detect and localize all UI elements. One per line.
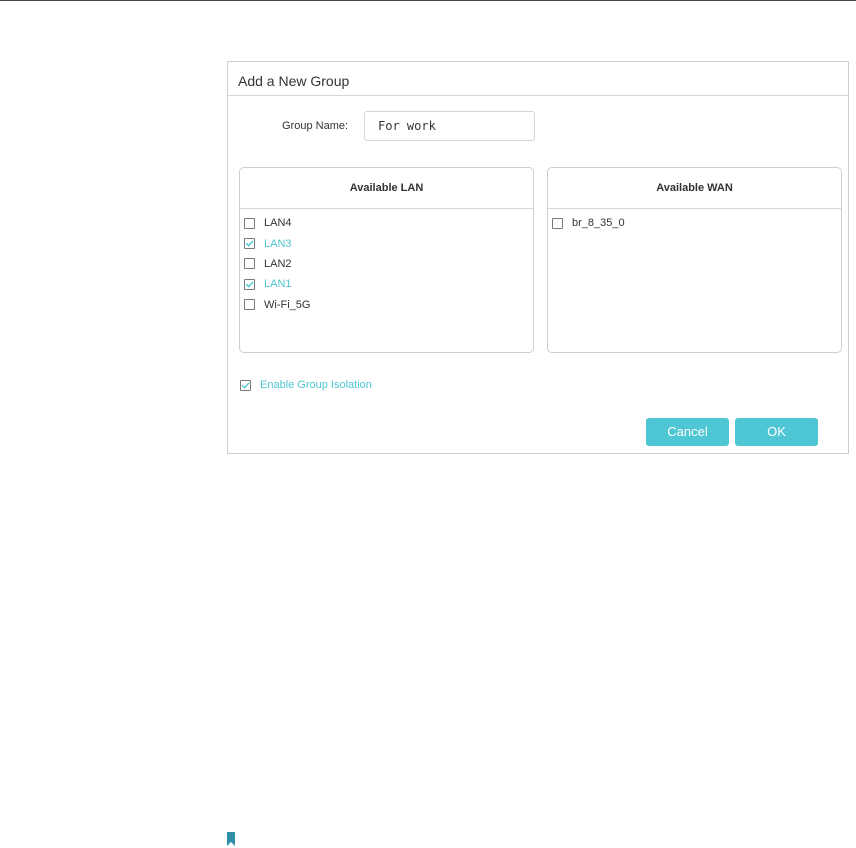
lan4-label: LAN4 bbox=[264, 217, 292, 230]
lan3-label: LAN3 bbox=[264, 237, 292, 250]
lan2-label: LAN2 bbox=[264, 257, 292, 270]
available-wan-panel: Available WAN br_8_35_0 bbox=[547, 167, 842, 353]
ok-button[interactable]: OK bbox=[735, 418, 818, 446]
br-8-35-0-checkbox[interactable] bbox=[552, 217, 563, 229]
group-isolation-toggle[interactable]: Enable Group Isolation bbox=[240, 379, 372, 391]
lan-item-lan2[interactable]: LAN2 bbox=[244, 254, 533, 274]
available-wan-header: Available WAN bbox=[548, 168, 841, 209]
group-name-input[interactable] bbox=[364, 111, 535, 141]
group-isolation-checkbox[interactable] bbox=[240, 379, 251, 391]
group-name-label: Group Name: bbox=[282, 120, 349, 132]
check-icon bbox=[245, 240, 254, 247]
lan4-checkbox[interactable] bbox=[244, 217, 255, 229]
lan1-label: LAN1 bbox=[264, 278, 292, 291]
top-divider bbox=[0, 0, 856, 1]
add-group-dialog: Add a New Group Group Name: Available LA… bbox=[227, 61, 849, 454]
available-lan-panel: Available LAN LAN4 LAN3 LAN2 LAN1 Wi-Fi_… bbox=[239, 167, 534, 353]
available-wan-list: br_8_35_0 bbox=[548, 209, 841, 233]
title-divider bbox=[228, 95, 848, 96]
lan1-checkbox[interactable] bbox=[244, 278, 255, 290]
wifi-5g-checkbox[interactable] bbox=[244, 299, 255, 311]
wan-item-br-8-35-0[interactable]: br_8_35_0 bbox=[552, 213, 841, 233]
lan-item-lan3[interactable]: LAN3 bbox=[244, 233, 533, 253]
lan-item-wifi-5g[interactable]: Wi-Fi_5G bbox=[244, 295, 533, 315]
lan-item-lan1[interactable]: LAN1 bbox=[244, 274, 533, 294]
available-lan-header: Available LAN bbox=[240, 168, 533, 209]
available-lan-list: LAN4 LAN3 LAN2 LAN1 Wi-Fi_5G bbox=[240, 209, 533, 315]
group-isolation-label: Enable Group Isolation bbox=[260, 379, 372, 391]
cancel-button[interactable]: Cancel bbox=[646, 418, 729, 446]
check-icon bbox=[245, 281, 254, 288]
dialog-title: Add a New Group bbox=[238, 73, 350, 89]
lan3-checkbox[interactable] bbox=[244, 238, 255, 250]
wifi-5g-label: Wi-Fi_5G bbox=[264, 298, 311, 311]
lan2-checkbox[interactable] bbox=[244, 258, 255, 270]
bookmark-icon bbox=[227, 832, 235, 846]
br-8-35-0-label: br_8_35_0 bbox=[572, 217, 625, 230]
check-icon bbox=[241, 382, 250, 388]
lan-item-lan4[interactable]: LAN4 bbox=[244, 213, 533, 233]
